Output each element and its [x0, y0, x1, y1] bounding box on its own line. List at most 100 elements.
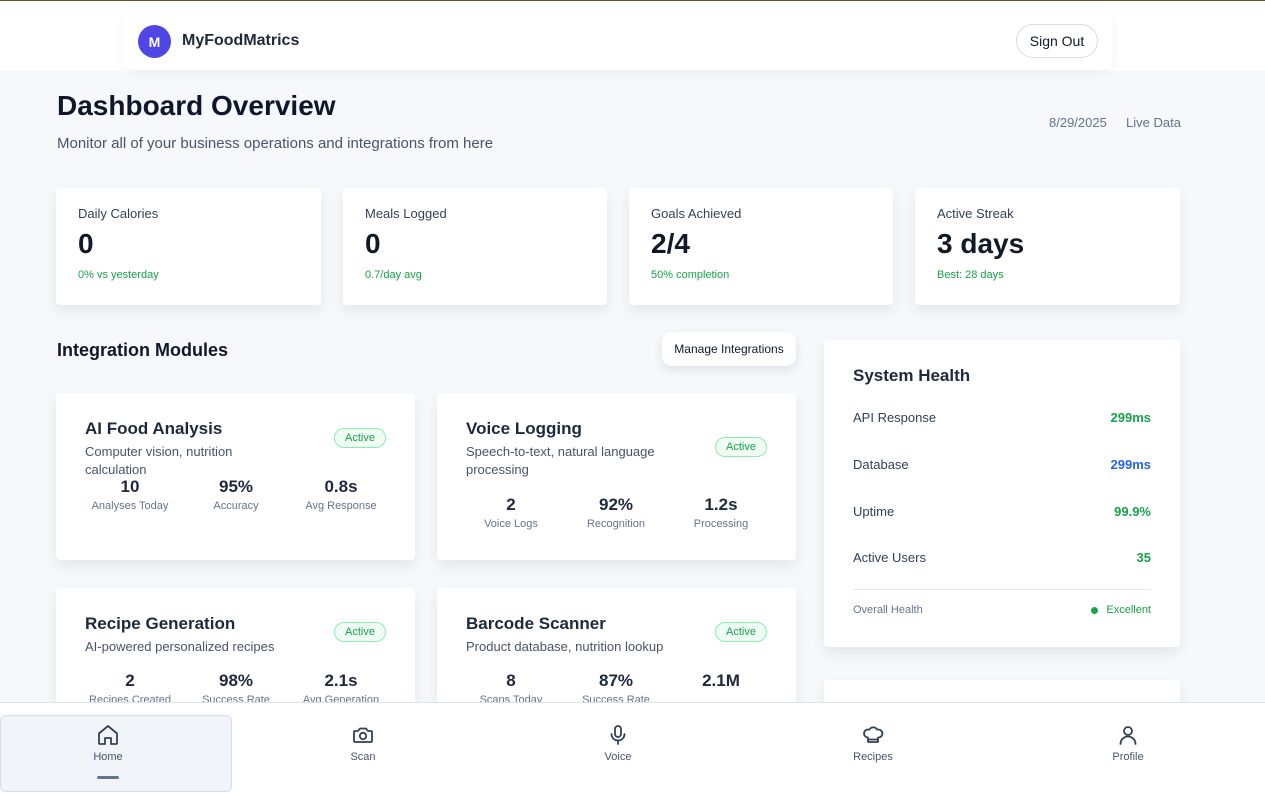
metric-label: Voice Logs — [484, 518, 538, 530]
metric-label: Analyses Today — [91, 500, 169, 512]
metric-label: Avg Response — [305, 500, 377, 512]
overall-health-label: Overall Health — [853, 604, 923, 616]
health-label: API Response — [853, 410, 937, 425]
live-data-label: Live Data — [1126, 115, 1181, 130]
nav-item-profile[interactable]: Profile — [1068, 723, 1188, 763]
page-title: Dashboard Overview — [57, 90, 336, 121]
nav-label: Home — [93, 751, 123, 763]
stat-note: 0% vs yesterday — [78, 269, 159, 281]
health-row-uptime: Uptime 99.9% — [853, 504, 1151, 519]
module-title: AI Food Analysis — [85, 419, 223, 438]
sign-out-button[interactable]: Sign Out — [1016, 24, 1098, 58]
active-tab-indicator — [97, 776, 119, 779]
status-badge: Active — [334, 428, 386, 448]
stat-value: 2/4 — [651, 228, 690, 259]
metric-value: 2 — [506, 495, 516, 514]
module-metric: 2 Recipes Created — [75, 671, 185, 706]
microphone-icon — [610, 725, 626, 745]
system-health-card: System Health API Response 299ms Databas… — [824, 340, 1180, 647]
bottom-nav: Home Scan Voice Recipes Profile — [0, 702, 1265, 794]
health-label: Uptime — [853, 504, 895, 519]
overall-health-status: Excellent — [1091, 604, 1151, 616]
module-title: Voice Logging — [466, 419, 582, 438]
module-metric: 95% Accuracy — [181, 477, 291, 512]
health-value: 35 — [1136, 550, 1151, 565]
overall-health-value: Excellent — [1106, 604, 1151, 616]
nav-label: Recipes — [853, 751, 893, 763]
metric-value: 95% — [218, 477, 254, 496]
module-description: Speech-to-text, natural language process… — [466, 444, 655, 477]
module-metric: 2.1M — [666, 671, 776, 694]
integration-modules-title: Integration Modules — [57, 340, 228, 360]
stat-card-goals-achieved: Goals Achieved 2/4 50% completion — [629, 188, 893, 305]
manage-integrations-button[interactable]: Manage Integrations — [662, 332, 796, 366]
status-badge: Active — [715, 622, 767, 642]
module-description: Product database, nutrition lookup — [466, 639, 664, 654]
avatar[interactable]: M — [138, 25, 171, 58]
metric-value: 8 — [506, 671, 516, 690]
health-label: Database — [853, 457, 909, 472]
metric-label: Recognition — [586, 518, 646, 530]
metric-value: 1.2s — [704, 495, 738, 514]
stat-note: 50% completion — [651, 269, 730, 281]
health-value: 299ms — [1110, 457, 1151, 472]
status-badge: Active — [334, 622, 386, 642]
metric-value: 98% — [218, 671, 254, 690]
module-voice-logging[interactable]: Voice Logging Speech-to-text, natural la… — [437, 393, 796, 560]
module-description: Computer vision, nutrition calculation — [85, 444, 233, 477]
metric-value: 2.1M — [702, 671, 740, 690]
metric-label: Processing — [693, 518, 749, 530]
camera-icon — [353, 727, 373, 743]
stat-card-meals-logged: Meals Logged 0 0.7/day avg — [343, 188, 607, 305]
health-value: 99.9% — [1114, 504, 1151, 519]
status-dot-icon — [1091, 606, 1099, 614]
module-metric: 98% Success Rate — [181, 671, 291, 706]
page-subtitle: Monitor all of your business operations … — [57, 135, 494, 152]
stat-value: 0 — [365, 228, 381, 259]
metric-value: 92% — [598, 495, 634, 514]
brand-name[interactable]: MyFoodMatrics — [182, 32, 299, 50]
stat-note: Best: 28 days — [937, 269, 1004, 281]
nav-item-recipes[interactable]: Recipes — [813, 723, 933, 763]
stat-value: 0 — [78, 228, 94, 259]
nav-item-scan[interactable]: Scan — [303, 723, 423, 763]
metric-label: Accuracy — [213, 500, 259, 512]
health-row-api-response: API Response 299ms — [853, 410, 1151, 425]
stat-label: Daily Calories — [78, 206, 159, 221]
module-ai-food-analysis[interactable]: AI Food Analysis Computer vision, nutrit… — [56, 393, 415, 560]
nav-item-home[interactable]: Home — [48, 723, 168, 763]
nav-label: Voice — [604, 751, 632, 763]
health-value: 299ms — [1110, 410, 1151, 425]
metric-value: 10 — [120, 477, 140, 496]
module-metric: 10 Analyses Today — [75, 477, 185, 512]
chef-hat-icon — [863, 726, 884, 743]
module-metric: 87% Success Rate — [561, 671, 671, 706]
metric-value: 2.1s — [324, 671, 358, 690]
stat-note: 0.7/day avg — [365, 269, 422, 281]
health-row-active-users: Active Users 35 — [853, 550, 1151, 565]
home-icon — [98, 725, 118, 745]
stat-card-active-streak: Active Streak 3 days Best: 28 days — [915, 188, 1180, 305]
stat-label: Active Streak — [937, 206, 1014, 221]
health-label: Active Users — [853, 550, 926, 565]
nav-label: Profile — [1112, 751, 1144, 763]
stat-card-daily-calories: Daily Calories 0 0% vs yesterday — [56, 188, 321, 305]
nav-item-voice[interactable]: Voice — [558, 723, 678, 763]
divider — [853, 589, 1151, 590]
current-date: 8/29/2025 — [1049, 115, 1107, 130]
module-metric: 2 Voice Logs — [456, 495, 566, 530]
stat-value: 3 days — [937, 228, 1025, 259]
app-header: M MyFoodMatrics Sign Out — [123, 12, 1113, 70]
module-title: Recipe Generation — [85, 614, 236, 633]
stat-label: Goals Achieved — [651, 206, 742, 221]
module-metric: 2.1s Avg Generation — [286, 671, 396, 706]
nav-label: Scan — [350, 751, 376, 763]
stat-label: Meals Logged — [365, 206, 447, 221]
user-icon — [1119, 726, 1137, 745]
system-health-title: System Health — [853, 366, 971, 385]
module-metric: 92% Recognition — [561, 495, 671, 530]
module-metric: 1.2s Processing — [666, 495, 776, 530]
module-metric: 8 Scans Today — [456, 671, 566, 706]
module-metric: 0.8s Avg Response — [286, 477, 396, 512]
module-description: AI-powered personalized recipes — [85, 639, 275, 654]
